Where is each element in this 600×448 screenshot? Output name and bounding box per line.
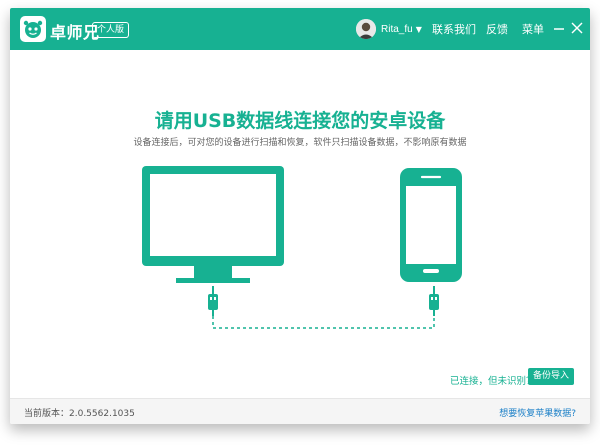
close-icon[interactable] [570, 21, 584, 35]
avatar-image-icon [356, 19, 376, 39]
app-logo-icon [20, 16, 46, 42]
nav-feedback[interactable]: 反馈 [486, 21, 508, 37]
chevron-down-icon[interactable]: ▼ [416, 25, 422, 34]
cable-dashed-line [212, 316, 435, 329]
nav-contact-us[interactable]: 联系我们 [432, 21, 476, 37]
version-text: 当前版本：2.0.5562.1035 [24, 409, 135, 419]
usb-plug-left-icon [208, 286, 218, 316]
usb-plug-right-icon [429, 286, 439, 316]
phone-icon [400, 168, 462, 282]
user-menu[interactable]: Rita_fu ▼ [356, 19, 422, 39]
edition-badge: 个人版 [92, 22, 130, 38]
avatar[interactable] [356, 19, 376, 39]
recover-apple-data-link[interactable]: 想要恢复苹果数据? [499, 406, 576, 419]
username[interactable]: Rita_fu [381, 24, 413, 35]
status-bar: 当前版本：2.0.5562.1035 想要恢复苹果数据? [10, 398, 590, 424]
connected-not-recognized-link[interactable]: 已连接，但未识别？ [450, 373, 536, 387]
app-window: 卓师兄 个人版 Rita_fu ▼ 联系我们 反馈 菜单 请用USB数据线连接您… [10, 8, 590, 424]
monitor-icon [142, 166, 284, 283]
minimize-icon[interactable] [552, 21, 566, 35]
nav-menu[interactable]: 菜单 [522, 21, 544, 37]
page-title: 请用USB数据线连接您的安卓设备 [154, 110, 446, 132]
usb-connection-illustration [142, 166, 462, 329]
backup-import-button[interactable]: 备份导入 [528, 368, 574, 385]
title-bar: 卓师兄 个人版 Rita_fu ▼ 联系我们 反馈 菜单 [10, 8, 590, 50]
page-subtitle: 设备连接后，可对您的设备进行扫描和恢复，软件只扫描设备数据，不影响原有数据 [133, 138, 467, 148]
